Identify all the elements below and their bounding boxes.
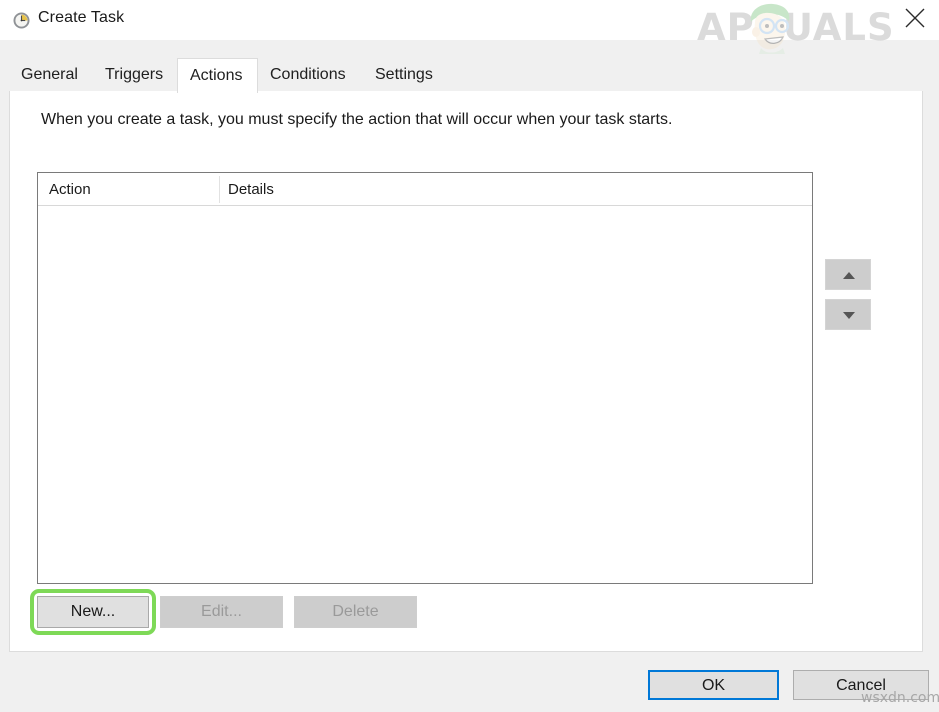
title-bar: Create Task [0, 0, 939, 40]
tab-actions[interactable]: Actions [177, 58, 258, 93]
clock-icon [13, 12, 30, 29]
edit-button: Edit... [160, 596, 283, 628]
create-task-dialog: Create Task APPUALS General Triggers Act… [0, 0, 939, 712]
tab-triggers[interactable]: Triggers [93, 58, 177, 91]
tab-conditions[interactable]: Conditions [258, 58, 363, 91]
move-down-button[interactable] [825, 299, 871, 330]
move-up-button[interactable] [825, 259, 871, 290]
window-title: Create Task [38, 9, 125, 26]
actions-list[interactable]: Action Details [37, 172, 813, 584]
column-header-details[interactable]: Details [228, 173, 274, 206]
column-divider[interactable] [219, 176, 220, 203]
tab-general[interactable]: General [9, 58, 93, 91]
cancel-button[interactable]: Cancel [793, 670, 929, 700]
tab-strip: General Triggers Actions Conditions Sett… [9, 58, 923, 93]
actions-tab-panel: When you create a task, you must specify… [9, 91, 923, 652]
close-icon[interactable] [892, 0, 938, 30]
delete-button: Delete [294, 596, 417, 628]
new-button[interactable]: New... [37, 596, 149, 628]
tab-settings[interactable]: Settings [363, 58, 447, 91]
actions-list-body[interactable] [38, 206, 812, 583]
ok-button[interactable]: OK [648, 670, 779, 700]
instruction-text: When you create a task, you must specify… [41, 111, 673, 128]
column-header-action[interactable]: Action [49, 173, 91, 206]
actions-list-header: Action Details [38, 173, 812, 206]
